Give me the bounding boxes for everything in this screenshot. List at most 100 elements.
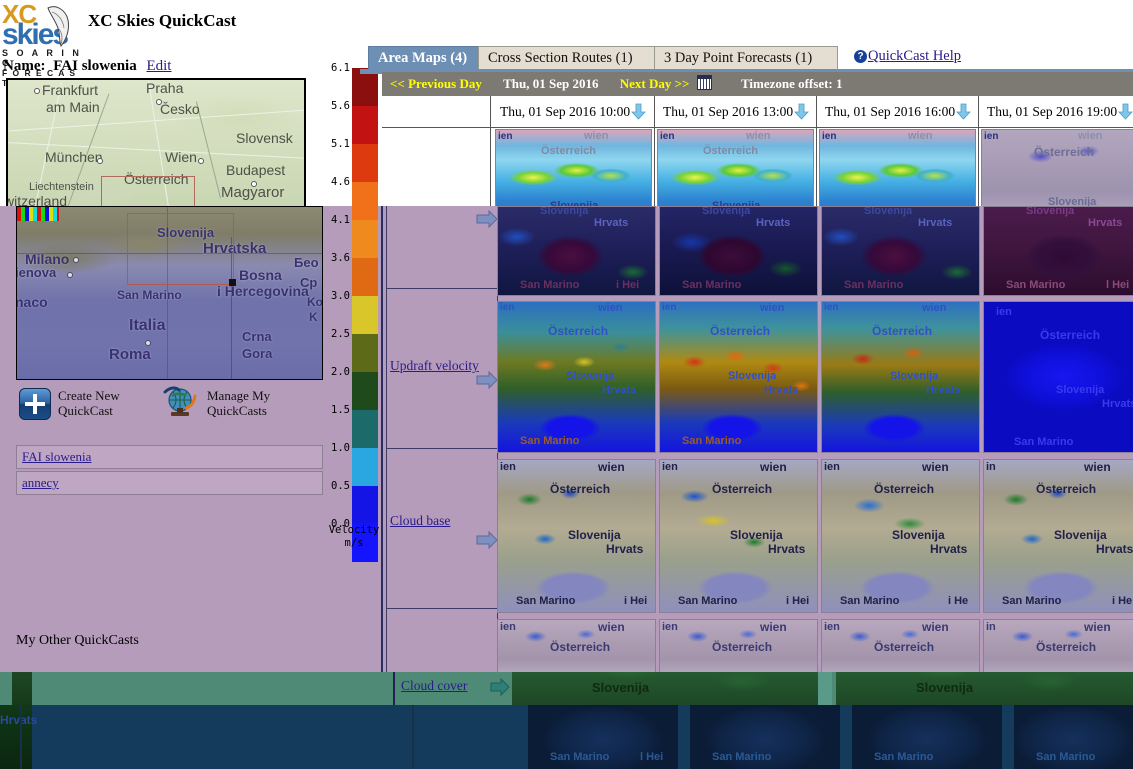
column-header-2: Thu, 01 Sep 2016 16:00: [817, 98, 985, 126]
thumb-place-slovenija: Slovenija: [566, 370, 615, 382]
tab-cross-section-routes[interactable]: Cross Section Routes (1): [478, 46, 674, 70]
download-arrow-icon[interactable]: [794, 103, 810, 120]
thumbnail-cloudcover-19[interactable]: in wien Österreich: [983, 619, 1133, 674]
legend-caption-line1-lower: Velocity: [328, 524, 380, 536]
detail-place-beograd: Бео: [294, 255, 319, 270]
overlay-layer-mauve: Milano Slovenija Hrvatska Бео Bosna i He…: [0, 206, 1133, 674]
thumbnail-updraft-10[interactable]: ien wien Österreich Slovenija Hrvats San…: [497, 301, 656, 453]
thumbnail-cloudcover-16[interactable]: ien wien Österreich: [821, 619, 980, 674]
row-link-updraft-velocity[interactable]: Updraft velocity: [390, 358, 479, 374]
create-new-line2: QuickCast: [58, 403, 113, 418]
thumb-place-wien-left: ien: [822, 131, 837, 142]
column-header-label-2: Thu, 01 Sep 2016 16:00: [825, 104, 956, 119]
thumb-place-wien: wien: [1084, 460, 1111, 474]
legend-tick-lower-10: 1.0: [331, 442, 350, 454]
thumb-place-san-marino: San Marino: [678, 595, 738, 607]
thumbnail-updraft-13[interactable]: ien wien Österreich Slovenija Hrvats San…: [659, 301, 818, 453]
thumbnail-updraft-16[interactable]: ien wien Österreich Slovenija Hrvats: [821, 301, 980, 453]
calendar-icon[interactable]: [696, 75, 712, 90]
create-new-quickcast-button[interactable]: Create New QuickCast: [58, 388, 120, 418]
row-link-cloud-cover[interactable]: Cloud cover: [401, 678, 467, 694]
download-arrow-icon[interactable]: [1118, 103, 1133, 120]
thumb-place-ien: ien: [500, 461, 516, 473]
legend-swatch-lower-11: [352, 486, 378, 524]
thumbnail-cloudcover-13[interactable]: ien wien Österreich: [659, 619, 818, 674]
thumb-place-ien: ien: [662, 302, 677, 313]
right-arrow-icon-row-0[interactable]: [476, 210, 498, 228]
thumb-place-wien: wien: [1078, 130, 1103, 142]
thumbnail-cloudcover-10[interactable]: ien wien Österreich: [497, 619, 656, 674]
manage-quickcasts-button[interactable]: Manage My QuickCasts: [207, 388, 270, 418]
thumbnail-cloudbase-19[interactable]: in wien Österreich Slovenija Hrvats San …: [983, 459, 1133, 613]
thumbnail-cloudbase-16[interactable]: ien wien Österreich Slovenija Hrvats San…: [821, 459, 980, 613]
thumb-place-osterreich: Österreich: [874, 640, 935, 654]
detail-place-kosovo: Ko: [307, 295, 323, 309]
next-day-button[interactable]: Next Day >>: [620, 76, 690, 91]
quickcast-link-annecy[interactable]: annecy: [22, 475, 59, 490]
quickcast-list-item-1[interactable]: annecy: [16, 471, 323, 495]
navy-band-map-2[interactable]: San Marino: [852, 705, 1002, 769]
thumb-place-in: in: [986, 461, 996, 473]
quickcast-name-value: FAI slowenia: [53, 58, 137, 74]
overview-place-munchen: München: [45, 149, 103, 165]
tab-area-maps[interactable]: Area Maps (4): [368, 46, 484, 70]
thumb-place-wien: wien: [598, 460, 625, 474]
thumb-place-osterreich: Österreich: [1040, 328, 1101, 342]
previous-day-button[interactable]: << Previous Day: [390, 76, 482, 91]
detail-place-gora: Gora: [242, 346, 273, 361]
thumb-place-osterreich: Österreich: [710, 324, 771, 338]
thumb-place-slovenija: Slovenija: [730, 528, 783, 542]
quickcast-list-item-0[interactable]: FAI slowenia: [16, 445, 323, 469]
overlay-layer-green: Cloud cover Slovenija Slovenija: [0, 672, 1133, 705]
name-label: Name:: [3, 58, 46, 74]
overview-place-liechtenstein: Liechtenstein: [29, 181, 94, 193]
thumbnail-lift-dark-1[interactable]: Slovenija Hrvats San Marino: [659, 206, 818, 296]
thumb-place-wien: wien: [760, 620, 787, 634]
thumb-place-wien-left: ien: [984, 131, 999, 142]
manage-quickcasts-icon[interactable]: [162, 386, 198, 420]
row-link-cloud-base[interactable]: Cloud base: [390, 513, 450, 529]
thumb-place-slovenija: Slovenija: [892, 528, 945, 542]
thumbnail-lift-dark-3[interactable]: Slovenija Hrvats San Marino l Hei: [983, 206, 1133, 296]
navy-band-map-1[interactable]: San Marino: [690, 705, 840, 769]
thumbnail-lift-dark-0[interactable]: Slovenija Hrvats San Marino i Hei: [497, 206, 656, 296]
column-header-label-0: Thu, 01 Sep 2016 10:00: [500, 104, 631, 119]
thumbnail-updraft-19[interactable]: ien Österreich Slovenija Hrvats San Mari…: [983, 301, 1133, 453]
legend-tick-1: 5.6: [331, 100, 350, 112]
download-arrow-icon[interactable]: [956, 103, 972, 120]
navy-band-map-3[interactable]: San Marino: [1014, 705, 1133, 769]
edit-link[interactable]: Edit: [146, 58, 171, 74]
thumbnail-lift-dark-2[interactable]: Slovenija Hrvats San Marino: [821, 206, 980, 296]
thumbnail-cloudbase-13[interactable]: ien wien Österreich Slovenija Hrvats San…: [659, 459, 818, 613]
my-other-quickcasts-heading: My Other QuickCasts: [16, 633, 139, 648]
detail-map[interactable]: Milano Slovenija Hrvatska Бео Bosna i He…: [16, 206, 323, 380]
row-link-cloud-cover-label[interactable]: Cloud cover: [401, 678, 467, 693]
overview-place-wien: Wien: [165, 149, 197, 165]
create-new-quickcast-icon[interactable]: [19, 388, 51, 420]
quickcast-help-link[interactable]: ? QuickCast Help: [854, 48, 961, 65]
download-arrow-icon[interactable]: [631, 103, 647, 120]
green-band-map-1[interactable]: Slovenija: [836, 672, 1133, 705]
tab-bar: Area Maps (4) Cross Section Routes (1) 3…: [360, 46, 1133, 74]
tab-3-day-point-forecasts[interactable]: 3 Day Point Forecasts (1): [654, 46, 838, 70]
detail-map-point-marker: [229, 279, 236, 286]
right-arrow-icon-row-1[interactable]: [476, 371, 498, 389]
right-arrow-icon-row-3[interactable]: [490, 676, 510, 698]
thumb-place-hrvats: Hrvats: [1102, 398, 1133, 410]
column-header-3: Thu, 01 Sep 2016 19:00: [979, 98, 1133, 126]
overview-map[interactable]: Frankfurt am Main Praha Česko Slovensk M…: [6, 78, 306, 210]
thumb-place-osterreich: Österreich: [550, 640, 611, 654]
right-arrow-icon-row-2[interactable]: [476, 531, 498, 549]
legend-tick-lower-6: 3.0: [331, 290, 350, 302]
thumb-place-osterreich: Österreich: [712, 640, 773, 654]
manage-line1: Manage My: [207, 388, 271, 403]
quickcast-help-label[interactable]: QuickCast Help: [868, 48, 961, 64]
legend-tick-lower-8: 2.0: [331, 366, 350, 378]
thumb-place-i-hei: i Hei: [786, 595, 810, 607]
thumb-place-san-marino: San Marino: [520, 435, 580, 447]
legend-swatch-lower-3: [352, 206, 378, 220]
green-band-map-0[interactable]: Slovenija: [512, 672, 832, 705]
quickcast-link-fai-slowenia[interactable]: FAI slowenia: [22, 449, 91, 464]
thumbnail-cloudbase-10[interactable]: ien wien Österreich Slovenija Hrvats San…: [497, 459, 656, 613]
navy-band-map-0[interactable]: San Marino l Hei: [528, 705, 678, 769]
